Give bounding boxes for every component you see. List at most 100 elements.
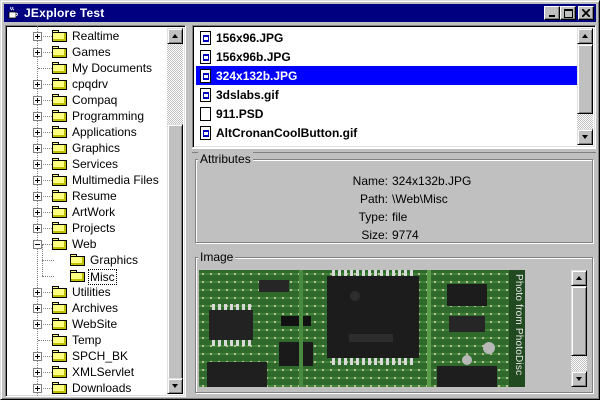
tree-item-label: Graphics bbox=[90, 253, 139, 267]
attribute-value: 324x132b.JPG bbox=[392, 174, 472, 188]
tree-item[interactable]: Applications bbox=[6, 124, 169, 140]
folder-icon bbox=[70, 270, 86, 282]
file-scroll-up-button[interactable] bbox=[577, 28, 593, 44]
tree-item[interactable]: WebSite bbox=[6, 316, 169, 332]
folder-icon bbox=[52, 318, 68, 330]
expand-icon[interactable] bbox=[33, 224, 42, 233]
expand-icon[interactable] bbox=[33, 48, 42, 57]
image-scrollbar[interactable] bbox=[571, 270, 587, 387]
tree-item[interactable]: Archives bbox=[6, 300, 169, 316]
tree-item-label: Compaq bbox=[72, 93, 118, 107]
tree-scroll-thumb[interactable] bbox=[167, 124, 183, 382]
expand-icon[interactable] bbox=[33, 112, 42, 121]
file-scroll-thumb[interactable] bbox=[577, 44, 593, 114]
expand-icon[interactable] bbox=[33, 320, 42, 329]
attributes-title: Attributes bbox=[198, 152, 253, 166]
file-list-item[interactable]: AltCronanCoolButton.gif bbox=[196, 123, 577, 142]
file-list-item[interactable]: 3dslabs.gif bbox=[196, 85, 577, 104]
tree-item[interactable]: Resume bbox=[6, 188, 169, 204]
expand-icon[interactable] bbox=[33, 352, 42, 361]
file-list-item[interactable]: 324x132b.JPG bbox=[196, 66, 577, 85]
tree-scroll-up-button[interactable] bbox=[167, 28, 183, 44]
folder-icon bbox=[52, 142, 68, 154]
title-bar[interactable]: JExplore Test bbox=[4, 4, 596, 22]
tree-item[interactable]: cpqdrv bbox=[6, 76, 169, 92]
tree-item-label: Programming bbox=[72, 109, 145, 123]
collapse-icon[interactable] bbox=[33, 240, 42, 249]
expand-icon[interactable] bbox=[33, 144, 42, 153]
file-scroll-down-button[interactable] bbox=[577, 129, 593, 145]
tree-item[interactable]: Projects bbox=[6, 220, 169, 236]
expand-icon[interactable] bbox=[33, 160, 42, 169]
tree-item[interactable]: XMLServlet bbox=[6, 364, 169, 380]
expand-icon[interactable] bbox=[33, 208, 42, 217]
expand-icon[interactable] bbox=[33, 32, 42, 41]
tree-guide-line bbox=[38, 68, 52, 69]
expand-icon[interactable] bbox=[33, 384, 42, 393]
expand-icon[interactable] bbox=[33, 192, 42, 201]
folder-icon bbox=[52, 158, 68, 170]
circuit-board-image bbox=[199, 270, 525, 387]
tree-item[interactable]: My Documents bbox=[6, 60, 169, 76]
maximize-icon bbox=[563, 8, 573, 18]
tree-scrollbar[interactable] bbox=[167, 28, 183, 394]
expand-icon[interactable] bbox=[33, 288, 42, 297]
folder-icon bbox=[52, 334, 68, 346]
attribute-key: Name: bbox=[352, 174, 388, 188]
tree-guide-line bbox=[42, 260, 43, 276]
file-list-item[interactable]: 911.PSD bbox=[196, 104, 577, 123]
file-list-item[interactable]: 156x96.JPG bbox=[196, 28, 577, 47]
folder-icon bbox=[52, 30, 68, 42]
image-file-icon bbox=[200, 125, 211, 140]
attribute-row: Size: 9774 bbox=[308, 228, 418, 242]
folder-icon bbox=[52, 302, 68, 314]
file-list-item[interactable]: 156x96b.JPG bbox=[196, 47, 577, 66]
tree-item[interactable]: Realtime bbox=[6, 28, 169, 44]
tree-item[interactable]: Web bbox=[6, 236, 169, 252]
arrow-down-icon bbox=[172, 384, 178, 388]
expand-icon[interactable] bbox=[33, 80, 42, 89]
tree-item-label: cpqdrv bbox=[72, 77, 109, 91]
folder-icon bbox=[52, 46, 68, 58]
image-file-icon bbox=[200, 30, 211, 45]
tree-item[interactable]: Utilities bbox=[6, 284, 169, 300]
minimize-button[interactable] bbox=[544, 6, 560, 20]
expand-icon[interactable] bbox=[33, 128, 42, 137]
expand-icon[interactable] bbox=[33, 304, 42, 313]
tree-item[interactable]: SPCH_BK bbox=[6, 348, 169, 364]
tree-item[interactable]: Misc bbox=[6, 260, 169, 285]
expand-icon[interactable] bbox=[33, 368, 42, 377]
image-scroll-thumb[interactable] bbox=[571, 286, 587, 356]
image-scroll-up-button[interactable] bbox=[571, 270, 587, 286]
tree-item[interactable]: Games bbox=[6, 44, 169, 60]
tree-scroll-down-button[interactable] bbox=[167, 378, 183, 394]
tree-item-label: XMLServlet bbox=[72, 365, 135, 379]
close-button[interactable] bbox=[578, 6, 594, 20]
tree-item[interactable]: Downloads bbox=[6, 380, 169, 396]
tree-item[interactable]: ArtWork bbox=[6, 204, 169, 220]
attribute-row: Name: 324x132b.JPG bbox=[308, 174, 472, 188]
maximize-button[interactable] bbox=[560, 6, 576, 20]
image-file-icon bbox=[200, 87, 211, 102]
tree-item[interactable]: Multimedia Files bbox=[6, 172, 169, 188]
folder-icon bbox=[52, 174, 68, 186]
tree-item-label: Web bbox=[72, 237, 97, 251]
expand-icon[interactable] bbox=[33, 96, 42, 105]
arrow-up-icon bbox=[576, 276, 582, 280]
file-name: 911.PSD bbox=[216, 106, 264, 121]
image-scroll-down-button[interactable] bbox=[571, 371, 587, 387]
tree-item-label: ArtWork bbox=[72, 205, 116, 219]
tree-item[interactable]: Graphics bbox=[6, 244, 169, 268]
tree-item[interactable]: Compaq bbox=[6, 92, 169, 108]
photo-credit: Photo from PhotoDisc bbox=[513, 274, 524, 376]
file-name: 156x96b.JPG bbox=[216, 49, 291, 64]
tree-item[interactable]: Temp bbox=[6, 332, 169, 348]
tree-item[interactable]: Services bbox=[6, 156, 169, 172]
app-window: JExplore Test Realtime Games My Documents c… bbox=[0, 0, 600, 400]
tree-item[interactable]: Programming bbox=[6, 108, 169, 124]
file-list-scrollbar[interactable] bbox=[577, 28, 593, 145]
expand-icon[interactable] bbox=[33, 176, 42, 185]
tree-item[interactable]: Graphics bbox=[6, 140, 169, 156]
tree-item-label: WebSite bbox=[72, 317, 118, 331]
folder-icon bbox=[52, 382, 68, 394]
